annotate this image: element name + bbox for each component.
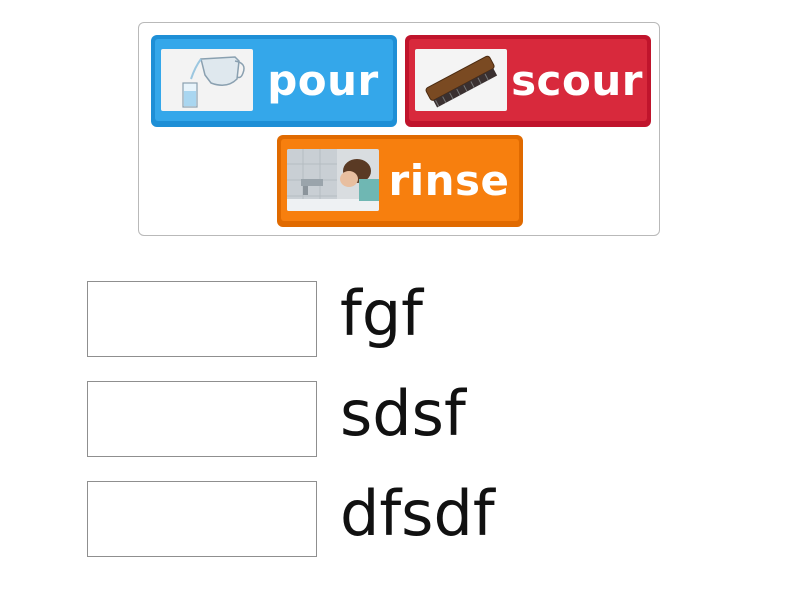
water-pitcher-icon <box>161 49 253 111</box>
target-label-2: sdsf <box>340 377 466 450</box>
tile-scour[interactable]: scour <box>405 35 651 127</box>
tile-pour-face: pour <box>155 39 393 121</box>
drop-zone-3[interactable] <box>87 481 317 557</box>
scrub-brush-icon <box>415 49 507 111</box>
match-row: dfsdf <box>87 481 687 557</box>
tile-rinse[interactable]: rinse <box>277 135 523 227</box>
target-label-3: dfsdf <box>340 477 495 550</box>
target-label-1: fgf <box>340 277 424 350</box>
match-row: sdsf <box>87 381 687 457</box>
answer-tiles-panel: pour scour rinse <box>138 22 660 236</box>
tile-rinse-label: rinse <box>388 155 510 205</box>
tile-scour-label: scour <box>511 55 643 105</box>
tile-pour-label: pour <box>267 55 379 105</box>
face-rinse-photo-icon <box>287 149 379 211</box>
match-row: fgf <box>87 281 687 357</box>
tile-rinse-face: rinse <box>281 139 519 221</box>
drop-zone-2[interactable] <box>87 381 317 457</box>
tile-pour[interactable]: pour <box>151 35 397 127</box>
drop-zone-1[interactable] <box>87 281 317 357</box>
tile-scour-face: scour <box>409 39 647 121</box>
